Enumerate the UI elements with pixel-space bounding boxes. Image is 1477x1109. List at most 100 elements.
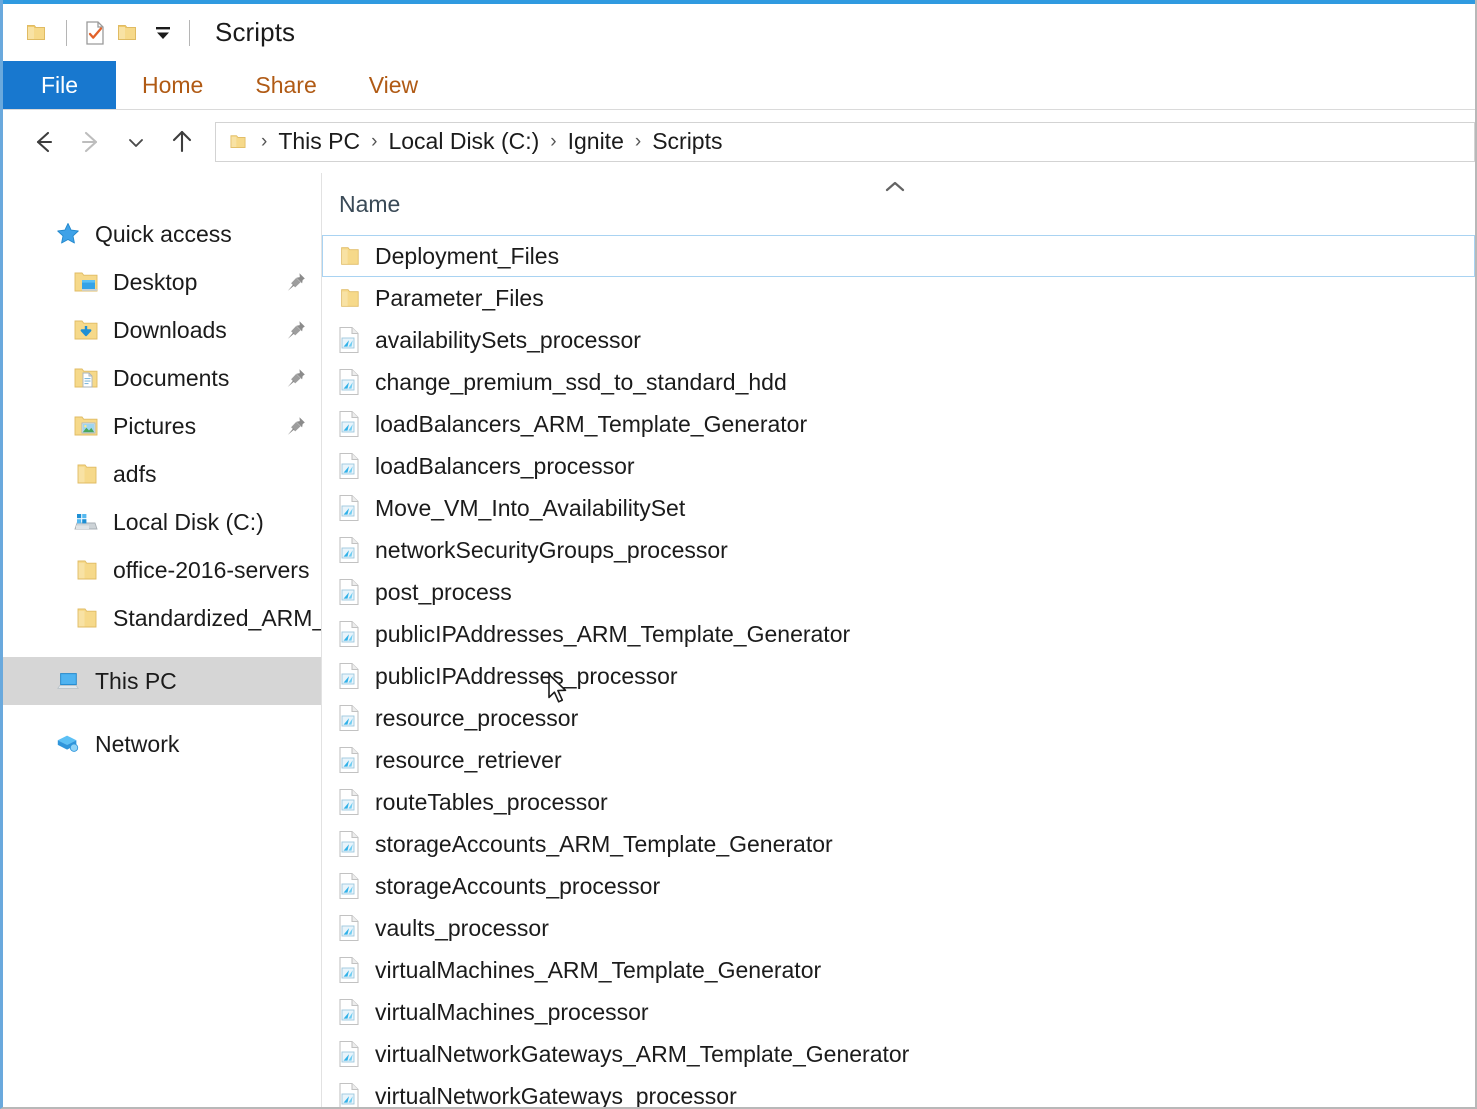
ribbon-tab-bar: File Home Share View (3, 61, 1475, 109)
file-name: change_premium_ssd_to_standard_hdd (375, 369, 787, 396)
back-button[interactable] (21, 119, 67, 165)
file-name: virtualNetworkGateways_processor (375, 1083, 737, 1108)
file-name: storageAccounts_ARM_Template_Generator (375, 831, 833, 858)
nav-group-gap (3, 642, 321, 657)
address-folder-icon (228, 132, 248, 152)
folder-icon[interactable] (21, 18, 51, 48)
file-list-pane: Name Deployment_Files (322, 173, 1475, 1107)
customize-dropdown-icon[interactable] (150, 20, 176, 46)
address-bar-row: › This PC › Local Disk (C:) › Ignite › S… (3, 110, 1475, 173)
nav-group-gap-2 (3, 705, 321, 720)
sidebar-item-label: office-2016-servers (113, 557, 309, 584)
table-row[interactable]: Move_VM_Into_AvailabilitySet (322, 487, 1475, 529)
file-name: resource_processor (375, 705, 578, 732)
pin-icon[interactable] (285, 319, 307, 341)
column-header-name[interactable]: Name (322, 191, 400, 218)
sidebar-item-documents[interactable]: Documents (3, 354, 321, 402)
table-row[interactable]: Parameter_Files (322, 277, 1475, 319)
recent-locations-chevron-down-icon[interactable] (113, 119, 159, 165)
table-row[interactable]: virtualNetworkGateways_ARM_Template_Gene… (322, 1033, 1475, 1075)
breadcrumb-scripts[interactable]: Scripts (650, 128, 724, 155)
breadcrumb-separator: › (252, 132, 276, 151)
sidebar-item-pictures[interactable]: Pictures (3, 402, 321, 450)
folder-downloads-icon (73, 317, 99, 343)
pin-icon[interactable] (285, 367, 307, 389)
powershell-script-icon (336, 1081, 362, 1107)
powershell-script-icon (336, 913, 362, 943)
sidebar-item-local-disk[interactable]: Local Disk (C:) (3, 498, 321, 546)
sidebar-item-downloads[interactable]: Downloads (3, 306, 321, 354)
file-name: virtualNetworkGateways_ARM_Template_Gene… (375, 1041, 909, 1068)
up-button[interactable] (159, 119, 205, 165)
file-name: vaults_processor (375, 915, 549, 942)
table-row[interactable]: resource_processor (322, 697, 1475, 739)
tab-file[interactable]: File (3, 61, 116, 109)
sidebar-item-office-2016-servers[interactable]: office-2016-servers (3, 546, 321, 594)
table-row[interactable]: vaults_processor (322, 907, 1475, 949)
sidebar-item-quick-access[interactable]: Quick access (3, 210, 321, 258)
folder-icon (336, 241, 362, 271)
powershell-script-icon (336, 997, 362, 1027)
tab-home[interactable]: Home (116, 61, 229, 109)
powershell-script-icon (336, 535, 362, 565)
sidebar-item-network[interactable]: Network (3, 720, 321, 768)
address-input[interactable]: › This PC › Local Disk (C:) › Ignite › S… (215, 122, 1475, 162)
file-name: Parameter_Files (375, 285, 544, 312)
table-row[interactable]: publicIPAddresses_processor (322, 655, 1475, 697)
breadcrumb-local-disk[interactable]: Local Disk (C:) (386, 128, 541, 155)
table-row[interactable]: Deployment_Files (322, 235, 1475, 277)
forward-button[interactable] (67, 119, 113, 165)
navigation-pane: Quick access Desktop (3, 173, 322, 1107)
file-name: resource_retriever (375, 747, 562, 774)
breadcrumb-separator: › (541, 132, 565, 151)
file-name: networkSecurityGroups_processor (375, 537, 728, 564)
folder-desktop-icon (73, 269, 99, 295)
sidebar-item-desktop[interactable]: Desktop (3, 258, 321, 306)
file-name: publicIPAddresses_processor (375, 663, 678, 690)
disk-drive-icon (73, 509, 99, 535)
powershell-script-icon (336, 787, 362, 817)
powershell-script-icon (336, 367, 362, 397)
file-list[interactable]: Deployment_Files Parameter_Files (322, 235, 1475, 1107)
powershell-script-icon (336, 451, 362, 481)
table-row[interactable]: publicIPAddresses_ARM_Template_Generator (322, 613, 1475, 655)
powershell-script-icon (336, 619, 362, 649)
breadcrumb-ignite[interactable]: Ignite (566, 128, 626, 155)
table-row[interactable]: networkSecurityGroups_processor (322, 529, 1475, 571)
powershell-script-icon (336, 409, 362, 439)
sidebar-item-this-pc[interactable]: This PC (3, 657, 321, 705)
table-row[interactable]: loadBalancers_ARM_Template_Generator (322, 403, 1475, 445)
table-row[interactable]: routeTables_processor (322, 781, 1475, 823)
breadcrumb-this-pc[interactable]: This PC (276, 128, 362, 155)
sidebar-item-label: Downloads (113, 317, 227, 344)
file-name: publicIPAddresses_ARM_Template_Generator (375, 621, 850, 648)
table-row[interactable]: resource_retriever (322, 739, 1475, 781)
table-row[interactable]: availabilitySets_processor (322, 319, 1475, 361)
new-folder-icon[interactable] (112, 18, 142, 48)
toolbar-separator-1 (66, 20, 67, 46)
pin-icon[interactable] (285, 271, 307, 293)
properties-icon[interactable] (80, 18, 110, 48)
sidebar-item-label: Standardized_ARM_ (113, 605, 322, 632)
table-row[interactable]: loadBalancers_processor (322, 445, 1475, 487)
tab-share[interactable]: Share (229, 61, 342, 109)
pin-icon[interactable] (285, 415, 307, 437)
table-row[interactable]: virtualNetworkGateways_processor (322, 1075, 1475, 1107)
powershell-script-icon (336, 703, 362, 733)
table-row[interactable]: change_premium_ssd_to_standard_hdd (322, 361, 1475, 403)
table-row[interactable]: virtualMachines_processor (322, 991, 1475, 1033)
table-row[interactable]: storageAccounts_ARM_Template_Generator (322, 823, 1475, 865)
sidebar-item-label: Desktop (113, 269, 197, 296)
file-name: availabilitySets_processor (375, 327, 641, 354)
powershell-script-icon (336, 745, 362, 775)
table-row[interactable]: virtualMachines_ARM_Template_Generator (322, 949, 1475, 991)
tab-view[interactable]: View (343, 61, 444, 109)
file-name: routeTables_processor (375, 789, 608, 816)
breadcrumb-separator: › (626, 132, 650, 151)
powershell-script-icon (336, 871, 362, 901)
table-row[interactable]: storageAccounts_processor (322, 865, 1475, 907)
table-row[interactable]: post_process (322, 571, 1475, 613)
file-name: post_process (375, 579, 512, 606)
sidebar-item-standardized-arm[interactable]: Standardized_ARM_ (3, 594, 321, 642)
sidebar-item-adfs[interactable]: adfs (3, 450, 321, 498)
